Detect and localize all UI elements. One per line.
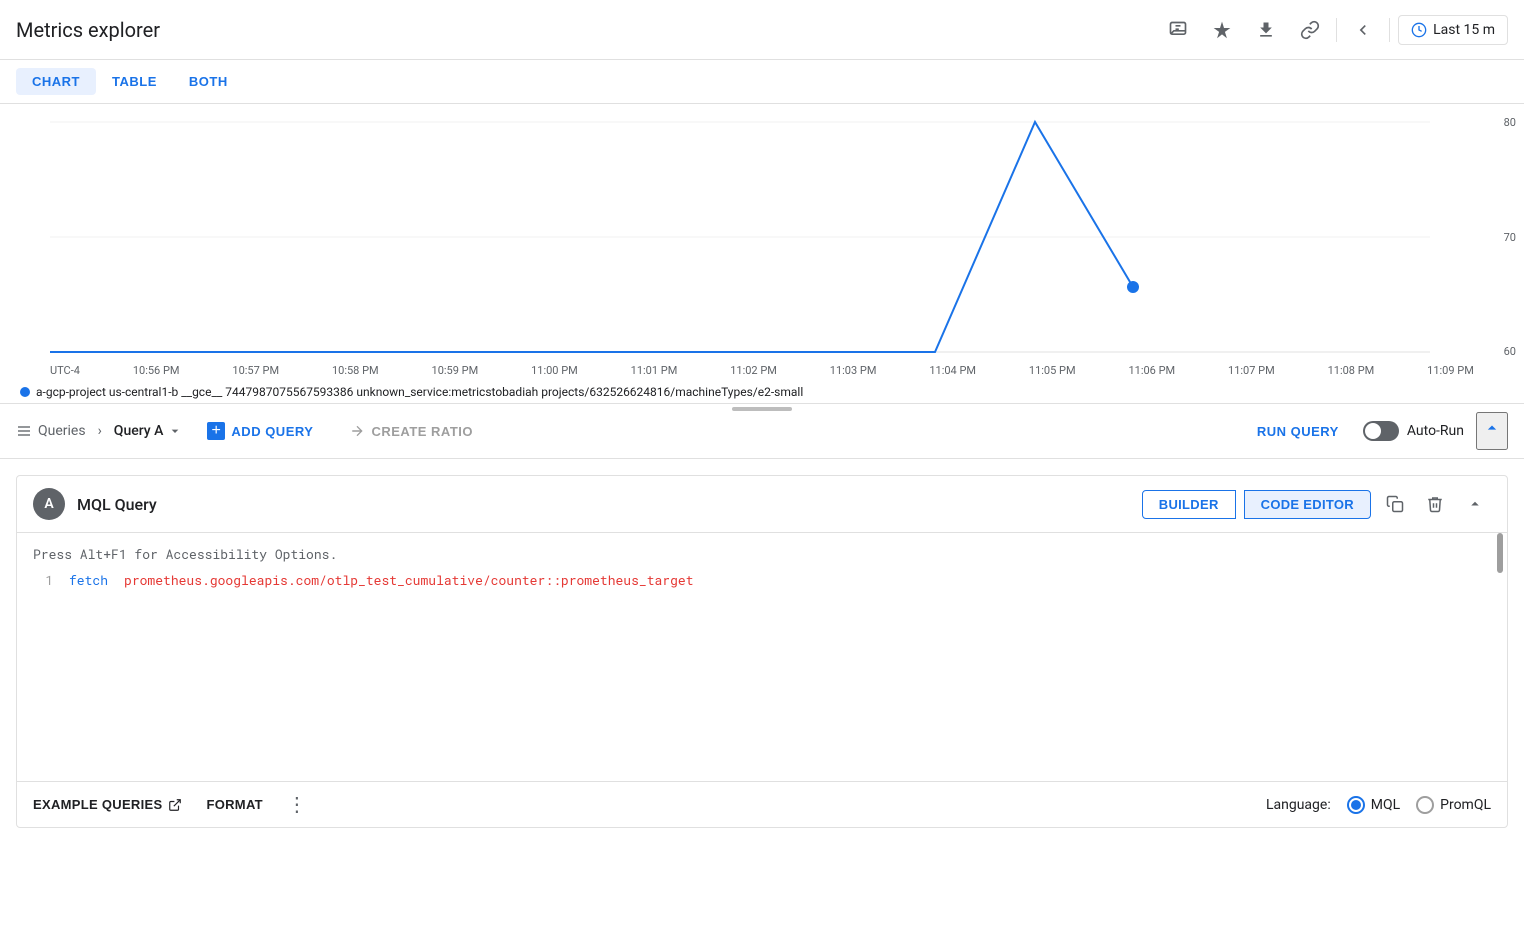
create-ratio-icon [349,423,365,439]
run-query-button[interactable]: RUN QUERY [1245,418,1351,445]
auto-run-toggle[interactable]: Auto-Run [1363,421,1464,441]
promql-radio-option[interactable]: PromQL [1416,796,1491,814]
x-label-1103: 11:03 PM [830,364,877,377]
x-label-1100: 11:00 PM [531,364,578,377]
time-range-label: Last 15 m [1433,22,1495,38]
accessibility-hint: Press Alt+F1 for Accessibility Options. [33,545,1491,563]
chevron-left-icon-button[interactable] [1345,12,1381,48]
collapse-queries-button[interactable] [1476,412,1508,450]
x-label-1059: 10:59 PM [432,364,479,377]
tab-both[interactable]: BOTH [173,68,244,95]
copy-icon [1386,495,1404,513]
header: Metrics explorer Last 15 m [0,0,1524,60]
external-link-icon [168,798,182,812]
promql-label: PromQL [1440,797,1491,813]
x-label-1106: 11:06 PM [1128,364,1175,377]
code-editor-button[interactable]: CODE EDITOR [1244,490,1371,519]
delete-button[interactable] [1419,488,1451,520]
collapse-icon [1482,418,1502,438]
page-title: Metrics explorer [16,18,160,42]
x-label-1056: 10:56 PM [133,364,180,377]
x-label-1109: 11:09 PM [1427,364,1474,377]
header-actions: Last 15 m [1160,12,1508,48]
format-button[interactable]: FORMAT [206,797,262,812]
chevron-up-icon [1466,495,1484,513]
x-label-1105: 11:05 PM [1029,364,1076,377]
query-name: Query A [114,423,164,439]
x-label-utc: UTC-4 [50,364,80,377]
delete-icon [1426,495,1444,513]
y-label-80: 80 [1504,116,1516,129]
x-label-1104: 11:04 PM [929,364,976,377]
toggle-track[interactable] [1363,421,1399,441]
legend-text: a-gcp-project us-central1-b __gce__ 7447… [36,385,803,399]
code-url: prometheus.googleapis.com/otlp_test_cumu… [124,571,694,589]
line-number: 1 [33,571,53,589]
query-panel-footer: EXAMPLE QUERIES FORMAT ⋮ Language: MQL P… [17,781,1507,827]
add-query-button[interactable]: + ADD QUERY [195,416,325,446]
queries-right-actions: RUN QUERY Auto-Run [1245,412,1508,450]
chart-scroll-indicator [0,405,1524,413]
mql-label: MQL [1371,797,1400,813]
query-panel-actions: BUILDER CODE EDITOR [1142,488,1491,520]
y-label-70: 70 [1504,231,1516,244]
legend-dot [20,387,30,397]
queries-list-icon [16,423,32,439]
query-panel: A MQL Query BUILDER CODE EDITOR Press Al… [16,475,1508,828]
x-label-1101: 11:01 PM [631,364,678,377]
example-queries-button[interactable]: EXAMPLE QUERIES [33,797,182,812]
mql-radio-option[interactable]: MQL [1347,796,1400,814]
language-selector: Language: MQL PromQL [1266,796,1491,814]
example-queries-label: EXAMPLE QUERIES [33,797,162,812]
query-panel-header: A MQL Query BUILDER CODE EDITOR [17,476,1507,533]
chart-data-point [1127,281,1139,293]
sparkle-icon-button[interactable] [1204,12,1240,48]
tab-chart[interactable]: CHART [16,68,96,95]
link-icon-button[interactable] [1292,12,1328,48]
header-separator [1336,18,1337,42]
copy-button[interactable] [1379,488,1411,520]
create-ratio-button[interactable]: CREATE RATIO [337,417,485,445]
more-options-button[interactable]: ⋮ [287,792,307,817]
header-separator-2 [1389,18,1390,42]
promql-radio-button[interactable] [1416,796,1434,814]
queries-label[interactable]: Queries [16,423,86,439]
code-line-1: 1 fetch prometheus.googleapis.com/otlp_t… [33,571,1491,589]
code-editor[interactable]: Press Alt+F1 for Accessibility Options. … [17,533,1507,781]
create-ratio-label: CREATE RATIO [371,424,473,439]
download-icon-button[interactable] [1248,12,1284,48]
code-scrollbar [1497,533,1503,573]
x-axis-labels: UTC-4 10:56 PM 10:57 PM 10:58 PM 10:59 P… [0,362,1524,379]
query-dropdown-icon [167,423,183,439]
chart-area: 80 70 60 UTC-4 10:56 PM 10:57 PM 10:58 P… [0,104,1524,404]
x-label-1108: 11:08 PM [1328,364,1375,377]
x-label-1057: 10:57 PM [232,364,279,377]
mql-radio-button[interactable] [1347,796,1365,814]
code-keyword: fetch [69,571,108,589]
auto-run-label: Auto-Run [1407,423,1464,439]
query-selector[interactable]: Query A [114,423,184,439]
query-panel-title: MQL Query [77,495,1130,514]
query-avatar: A [33,488,65,520]
x-label-1058: 10:58 PM [332,364,379,377]
add-query-label: ADD QUERY [231,424,313,439]
collapse-panel-button[interactable] [1459,488,1491,520]
chart-legend: a-gcp-project us-central1-b __gce__ 7447… [0,379,1524,405]
y-axis-labels: 80 70 60 [1504,112,1516,362]
queries-label-text: Queries [38,423,86,439]
time-range-button[interactable]: Last 15 m [1398,15,1508,45]
y-label-60: 60 [1504,345,1516,358]
builder-button[interactable]: BUILDER [1142,490,1236,519]
x-label-1107: 11:07 PM [1228,364,1275,377]
x-label-1102: 11:02 PM [730,364,777,377]
chart-svg [50,112,1464,362]
language-label: Language: [1266,797,1331,813]
chart-tabs: CHART TABLE BOTH [0,60,1524,104]
add-query-plus-icon: + [207,422,225,440]
toggle-knob [1365,423,1381,439]
comment-icon-button[interactable] [1160,12,1196,48]
queries-chevron-icon: › [98,423,102,439]
tab-table[interactable]: TABLE [96,68,173,95]
